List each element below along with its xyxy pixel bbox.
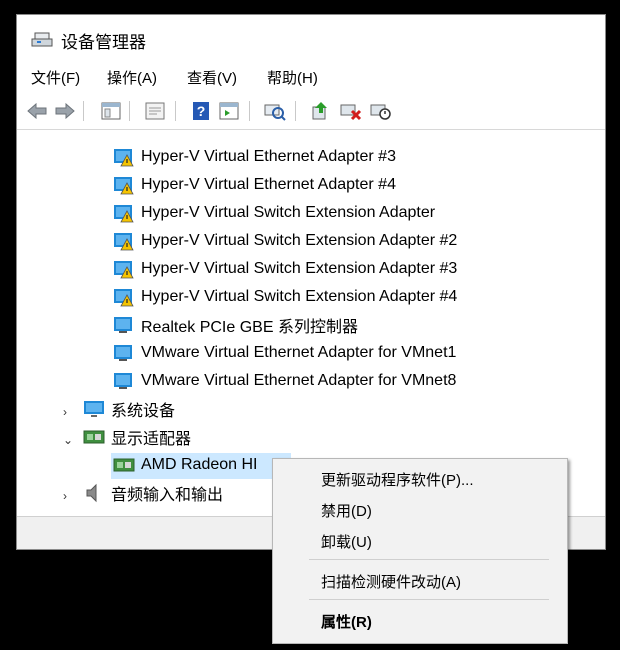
help-icon: ? (193, 102, 209, 120)
menu-item-uninstall[interactable]: 卸载(U) (321, 531, 372, 552)
window-title: 设备管理器 (61, 33, 146, 52)
tree-item-label: Realtek PCIe GBE 系列控制器 (141, 319, 358, 336)
menu-file[interactable]: 文件(F) (31, 67, 80, 88)
tree-item-label: Hyper-V Virtual Ethernet Adapter #4 (141, 176, 396, 193)
toolbar-separator (83, 101, 84, 121)
toolbar-separator (129, 101, 130, 121)
disable-device-icon (370, 104, 391, 120)
network-adapter-warning-icon (114, 177, 134, 195)
enable-device-icon (312, 102, 327, 120)
tree-item-audio[interactable]: 音频输入和输出 (83, 479, 223, 507)
network-adapter-warning-icon (114, 205, 134, 223)
menu-separator (309, 559, 549, 560)
back-button[interactable] (25, 99, 49, 123)
menu-item-update-driver[interactable]: 更新驱动程序软件(P)... (321, 469, 474, 490)
tree-item-label: Hyper-V Virtual Switch Extension Adapter (141, 204, 436, 221)
uninstall-device-icon (340, 104, 362, 121)
network-adapter-icon (114, 317, 132, 333)
menu-item-scan[interactable]: 扫描检测硬件改动(A) (321, 571, 461, 592)
toolbar-separator (175, 101, 176, 121)
forward-button[interactable] (53, 99, 77, 123)
tree-item-label: 音频输入和输出 (111, 487, 224, 504)
enable-device-button[interactable] (309, 99, 333, 123)
tree-item-hyperv-switch-4[interactable]: Hyper-V Virtual Switch Extension Adapter… (113, 283, 457, 311)
toolbar-separator (295, 101, 296, 121)
scan-hardware-icon (264, 104, 286, 121)
menu-item-properties[interactable]: 属性(R) (321, 611, 372, 632)
svg-text:?: ? (197, 103, 206, 119)
tree-item-label: AMD Radeon HI (141, 456, 258, 473)
uninstall-device-button[interactable] (339, 99, 363, 123)
help-button[interactable]: ? (189, 99, 213, 123)
menu-separator (309, 599, 549, 600)
tree-item-label: VMware Virtual Ethernet Adapter for VMne… (141, 372, 457, 389)
tree-item-label: Hyper-V Virtual Switch Extension Adapter… (141, 288, 458, 305)
tree-item-label: VMware Virtual Ethernet Adapter for VMne… (141, 344, 457, 361)
collapse-arrow-icon[interactable]: ⌄ (63, 433, 75, 447)
display-adapter-icon (113, 458, 135, 472)
menu-help[interactable]: 帮助(H) (267, 67, 318, 88)
show-hide-tree-button[interactable] (99, 99, 123, 123)
back-icon (27, 103, 47, 119)
disable-device-button[interactable] (369, 99, 393, 123)
forward-icon (55, 103, 75, 119)
network-adapter-icon (114, 373, 132, 389)
network-adapter-warning-icon (114, 261, 134, 279)
tree-item-amd-radeon[interactable]: AMD Radeon HI (113, 451, 258, 479)
scan-hardware-button[interactable] (263, 99, 287, 123)
device-manager-icon (31, 32, 53, 47)
tree-item-hyperv-switch-2[interactable]: Hyper-V Virtual Switch Extension Adapter… (113, 227, 457, 255)
context-menu: 更新驱动程序软件(P)... 禁用(D) 卸载(U) 扫描检测硬件改动(A) 属… (272, 458, 568, 644)
tree-item-display-adapters[interactable]: 显示适配器 (83, 423, 191, 451)
update-driver-icon (219, 102, 239, 120)
tree-item-system-devices[interactable]: 系统设备 (83, 395, 175, 423)
tree-item-label: 系统设备 (111, 403, 176, 420)
tree-item-vmnet1[interactable]: VMware Virtual Ethernet Adapter for VMne… (113, 339, 456, 367)
properties-button[interactable] (143, 99, 167, 123)
show-hide-tree-icon (101, 102, 121, 120)
display-adapter-icon (83, 430, 105, 444)
tree-item-label: Hyper-V Virtual Switch Extension Adapter… (141, 260, 458, 277)
menu-bar: 文件(F) 操作(A) 查看(V) 帮助(H) (17, 61, 605, 91)
tree-item-label: Hyper-V Virtual Switch Extension Adapter… (141, 232, 458, 249)
tree-item-realtek[interactable]: Realtek PCIe GBE 系列控制器 (113, 311, 358, 339)
menu-item-disable[interactable]: 禁用(D) (321, 500, 372, 521)
menu-action[interactable]: 操作(A) (107, 67, 157, 88)
tree-item-hyperv-ethernet-4[interactable]: Hyper-V Virtual Ethernet Adapter #4 (113, 171, 396, 199)
tree-item-hyperv-ethernet-3[interactable]: Hyper-V Virtual Ethernet Adapter #3 (113, 143, 396, 171)
monitor-icon (84, 401, 104, 417)
tree-item-label: 显示适配器 (111, 431, 192, 448)
update-driver-button[interactable] (217, 99, 241, 123)
network-adapter-warning-icon (114, 289, 134, 307)
speaker-icon (86, 483, 97, 503)
tree-item-hyperv-switch[interactable]: Hyper-V Virtual Switch Extension Adapter (113, 199, 435, 227)
toolbar: ? (17, 93, 605, 130)
expand-arrow-icon[interactable]: › (63, 405, 75, 419)
tree-item-vmnet8[interactable]: VMware Virtual Ethernet Adapter for VMne… (113, 367, 456, 395)
network-adapter-warning-icon (114, 233, 134, 251)
menu-view[interactable]: 查看(V) (187, 67, 237, 88)
tree-item-label: Hyper-V Virtual Ethernet Adapter #3 (141, 148, 396, 165)
title-bar: 设备管理器 (17, 15, 605, 61)
network-adapter-icon (114, 345, 132, 361)
properties-icon (145, 102, 165, 120)
network-adapter-warning-icon (114, 149, 134, 167)
expand-arrow-icon[interactable]: › (63, 489, 75, 503)
tree-item-hyperv-switch-3[interactable]: Hyper-V Virtual Switch Extension Adapter… (113, 255, 457, 283)
toolbar-separator (249, 101, 250, 121)
